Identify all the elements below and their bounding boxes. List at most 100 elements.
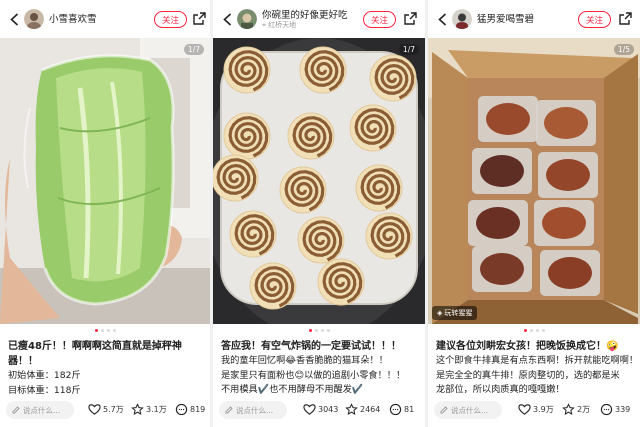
avatar[interactable] <box>452 9 472 29</box>
steak <box>486 103 530 135</box>
steak <box>542 207 586 239</box>
post-caption: 答应我！有空气炸锅的一定要试试！！！ 我的童年回忆啊😂香香脆脆的猫耳朵！！ 是家… <box>221 339 419 398</box>
post-image[interactable]: 1/7 <box>0 38 210 324</box>
post-action-bar: 说点什么... 3.9万 2万 339 <box>428 397 640 425</box>
steak <box>548 257 592 289</box>
follow-button[interactable]: 关注 <box>363 11 396 28</box>
comment-button[interactable]: 819 <box>175 403 205 416</box>
meat-box-photo <box>428 38 640 324</box>
pencil-icon <box>440 406 448 414</box>
carousel-dot <box>326 329 330 332</box>
comment-icon <box>389 403 402 416</box>
comment-input[interactable]: 说点什么... <box>434 401 502 419</box>
image-counter: 1/7 <box>183 44 204 55</box>
carousel-dot <box>529 329 533 332</box>
comment-count: 81 <box>404 405 415 414</box>
caption-title: 建议各位刘畊宏女孩！把晚饭换成它！🤪 <box>436 341 619 352</box>
steak <box>480 253 524 285</box>
post-header: 小雪喜欢雪 关注 <box>0 0 210 38</box>
username[interactable]: 猛男爱喝雪碧 <box>477 11 534 25</box>
comment-input[interactable]: 说点什么... <box>219 401 287 419</box>
like-button[interactable]: 3043 <box>303 403 338 416</box>
avatar[interactable] <box>24 9 44 29</box>
heart-icon <box>88 404 101 415</box>
back-arrow-icon[interactable] <box>6 11 22 27</box>
caption-line: 初始体重：182斤 <box>8 370 81 381</box>
carousel-dot-active <box>523 329 527 332</box>
post-image[interactable]: 1/5 ◈ 玩转猩猩 <box>428 38 640 324</box>
favorite-count: 2464 <box>360 405 381 414</box>
caption-line: 不用模具✔️也不用酵母不用醒发✔️ <box>221 384 364 395</box>
brand-badge[interactable]: ◈ 玩转猩猩 <box>432 306 478 320</box>
pencil-icon <box>12 406 20 414</box>
caption-line: 是完全全的真牛排！原肉整切的，选的都是米 <box>436 369 620 381</box>
like-count: 5.7万 <box>103 405 124 414</box>
post-caption: 已瘦48斤！！啊啊啊这简直就是掉秤神器！！ 初始体重：182斤 目标体重：118… <box>8 339 204 398</box>
carousel-dot <box>100 329 104 332</box>
favorite-button[interactable]: 2464 <box>345 403 380 416</box>
like-button[interactable]: 3.9万 <box>518 403 554 416</box>
share-icon[interactable] <box>403 11 418 26</box>
comment-icon <box>175 403 188 416</box>
post-action-bar: 说点什么... 5.7万 3.1万 819 <box>0 397 210 425</box>
like-button[interactable]: 5.7万 <box>88 403 124 416</box>
like-count: 3043 <box>318 405 339 414</box>
comment-count: 339 <box>615 405 631 414</box>
lettuce-photo <box>0 38 210 324</box>
steak <box>544 107 588 139</box>
badge-icon: ◈ <box>437 309 443 317</box>
post-action-bar: 说点什么... 3043 2464 81 <box>213 397 425 425</box>
username[interactable]: 小雪喜欢雪 <box>49 11 97 25</box>
steak <box>546 159 590 191</box>
comment-placeholder: 说点什么... <box>23 405 61 415</box>
carousel-dot <box>320 329 324 332</box>
carousel-dot <box>112 329 116 332</box>
back-arrow-icon[interactable] <box>434 11 450 27</box>
post-card-2: 你碗里的好像更好吃 ⌖ 红桥天地 关注 1/7 答应我！有空气炸锅的一定要试试！… <box>213 0 425 427</box>
comment-icon <box>600 403 613 416</box>
comment-button[interactable]: 81 <box>389 403 414 416</box>
share-icon[interactable] <box>192 11 207 26</box>
caption-line: 目标体重：118斤 <box>8 384 81 396</box>
badge-text: 玩转猩猩 <box>444 309 473 317</box>
caption-line: 龙部位，所以肉质真的嘎嘎嫩！ <box>436 384 565 395</box>
comment-count: 819 <box>190 405 206 414</box>
heart-icon <box>303 404 316 415</box>
caption-title: 答应我！有空气炸锅的一定要试试！！！ <box>221 341 401 352</box>
like-count: 3.9万 <box>533 405 554 414</box>
carousel-dots <box>0 329 210 335</box>
location-text: 红桥天地 <box>268 21 297 29</box>
location-pin-icon: ⌖ <box>262 21 266 29</box>
comment-placeholder: 说点什么... <box>451 405 489 415</box>
carousel-dot-active <box>94 329 98 332</box>
avatar[interactable] <box>237 9 257 29</box>
image-counter: 1/7 <box>398 44 419 55</box>
caption-title: 已瘦48斤！！啊啊啊这简直就是掉秤神器！！ <box>8 341 182 367</box>
favorite-count: 3.1万 <box>146 405 167 414</box>
star-icon <box>562 403 575 415</box>
post-header: 猛男爱喝雪碧 关注 <box>428 0 640 38</box>
favorite-count: 2万 <box>577 405 591 414</box>
post-card-3: 猛男爱喝雪碧 关注 1/5 ◈ 玩转猩猩 建议各位刘畊宏女孩！把晚饭换成它！🤪 <box>428 0 640 427</box>
share-icon[interactable] <box>618 11 633 26</box>
favorite-button[interactable]: 2万 <box>562 403 590 416</box>
follow-button[interactable]: 关注 <box>154 11 187 28</box>
follow-button[interactable]: 关注 <box>578 11 611 28</box>
post-header: 你碗里的好像更好吃 ⌖ 红桥天地 关注 <box>213 0 425 38</box>
heart-icon <box>518 404 531 415</box>
star-icon <box>345 403 358 415</box>
caption-line: 这个即食牛排真是有点东西啊！拆开就能吃啊啊！ <box>436 355 634 366</box>
caption-line: 我的童年回忆啊😂香香脆脆的猫耳朵！！ <box>221 355 388 366</box>
post-caption: 建议各位刘畊宏女孩！把晚饭换成它！🤪 这个即食牛排真是有点东西啊！拆开就能吃啊啊… <box>436 339 634 398</box>
post-image[interactable]: 1/7 <box>213 38 425 324</box>
caption-line: 是家里只有面粉也😊以做的追剧小零食！！！ <box>221 369 406 381</box>
carousel-dots <box>428 329 640 335</box>
comment-button[interactable]: 339 <box>600 403 630 416</box>
carousel-dot <box>541 329 545 332</box>
comment-placeholder: 说点什么... <box>236 405 274 415</box>
favorite-button[interactable]: 3.1万 <box>131 403 167 416</box>
carousel-dot <box>535 329 539 332</box>
username[interactable]: 你碗里的好像更好吃 <box>262 7 348 21</box>
back-arrow-icon[interactable] <box>219 11 235 27</box>
comment-input[interactable]: 说点什么... <box>6 401 74 419</box>
